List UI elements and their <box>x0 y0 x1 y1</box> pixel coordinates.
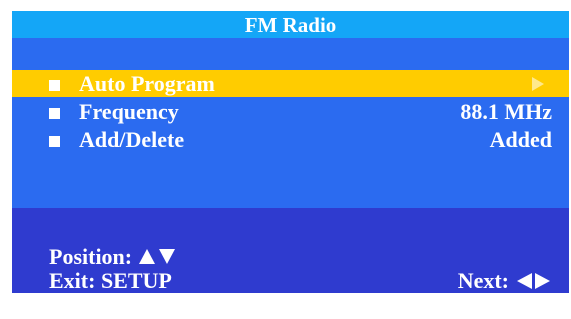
menu-item-add-delete[interactable]: Add/Delete Added <box>12 126 569 153</box>
fm-radio-osd-menu: FM Radio Auto Program Frequency 88.1 MHz… <box>12 11 569 293</box>
bullet-icon <box>49 136 60 147</box>
menu-item-auto-program[interactable]: Auto Program <box>12 70 569 97</box>
left-arrow-icon <box>517 272 532 289</box>
footer-hints: Position: Exit: SETUP Next: <box>12 208 569 293</box>
right-arrow-icon <box>535 272 550 289</box>
arrow-right-icon <box>532 77 544 91</box>
menu-item-label: Auto Program <box>79 71 215 96</box>
bullet-icon <box>49 80 60 91</box>
exit-hint: Exit: SETUP <box>49 268 172 293</box>
menu-item-frequency[interactable]: Frequency 88.1 MHz <box>12 98 569 125</box>
bullet-icon <box>49 108 60 119</box>
next-label: Next: <box>457 268 509 293</box>
position-label: Position: <box>49 244 133 269</box>
menu-title: FM Radio <box>12 11 569 38</box>
up-arrow-icon <box>139 249 156 265</box>
down-arrow-icon <box>159 249 176 265</box>
menu-item-label: Add/Delete <box>79 127 185 152</box>
frequency-value: 88.1 MHz <box>460 99 552 124</box>
position-hint: Position: <box>49 244 176 269</box>
next-hint: Next: <box>458 269 550 293</box>
menu-item-label: Frequency <box>79 99 179 124</box>
add-delete-value: Added <box>489 127 552 152</box>
